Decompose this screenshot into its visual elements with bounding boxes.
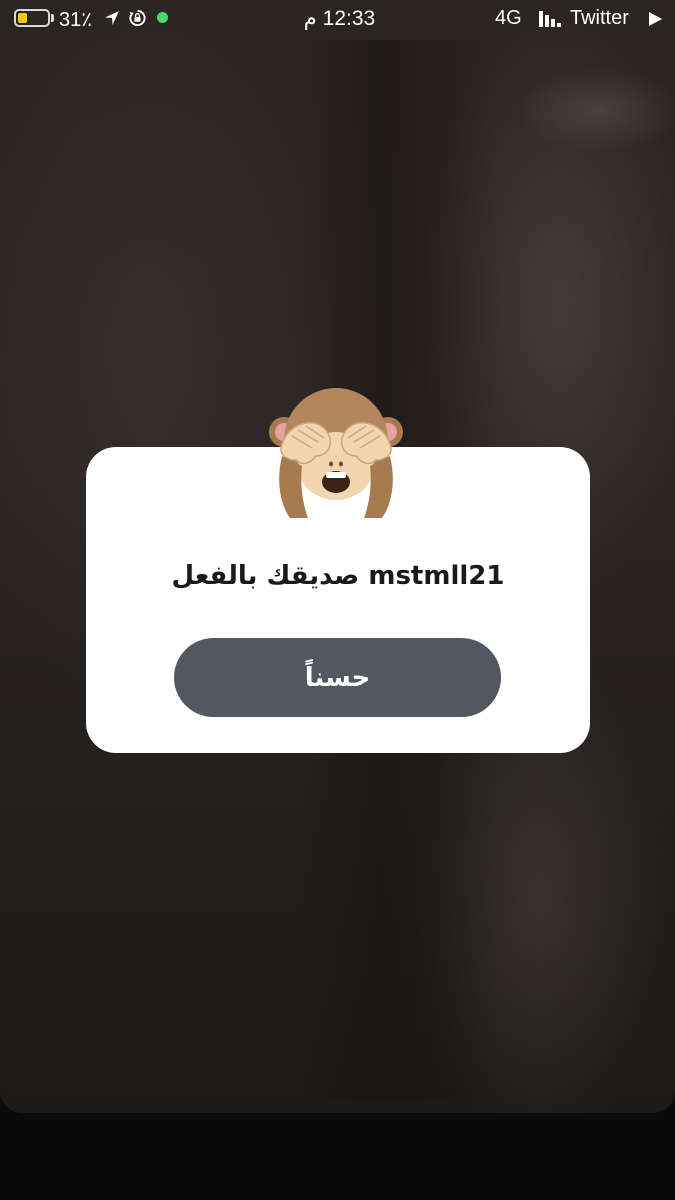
active-indicator-dot xyxy=(157,12,168,23)
rotation-lock-icon xyxy=(129,9,146,27)
status-bar: 31٪ 12:33 م 4G Twitter xyxy=(0,0,675,38)
ok-button[interactable]: حسناً xyxy=(174,638,501,717)
bottom-bar xyxy=(0,1113,675,1200)
back-to-app-link[interactable]: Twitter xyxy=(570,7,629,30)
signal-bars-icon xyxy=(539,11,561,27)
network-type: 4G xyxy=(495,7,522,29)
battery-icon xyxy=(14,9,50,27)
dialog-message: mstmll21 صديقك بالفعل xyxy=(171,561,505,591)
clock: 12:33 م xyxy=(303,7,376,30)
screen: 31٪ 12:33 م 4G Twitter mstmll21 صديقك با… xyxy=(0,0,675,1200)
see-no-evil-monkey-icon xyxy=(269,388,403,518)
play-icon[interactable] xyxy=(649,12,662,26)
battery-fill xyxy=(18,13,27,23)
location-arrow-icon xyxy=(105,11,119,25)
battery-nub xyxy=(51,14,54,22)
battery-percentage: 31٪ xyxy=(59,9,92,31)
